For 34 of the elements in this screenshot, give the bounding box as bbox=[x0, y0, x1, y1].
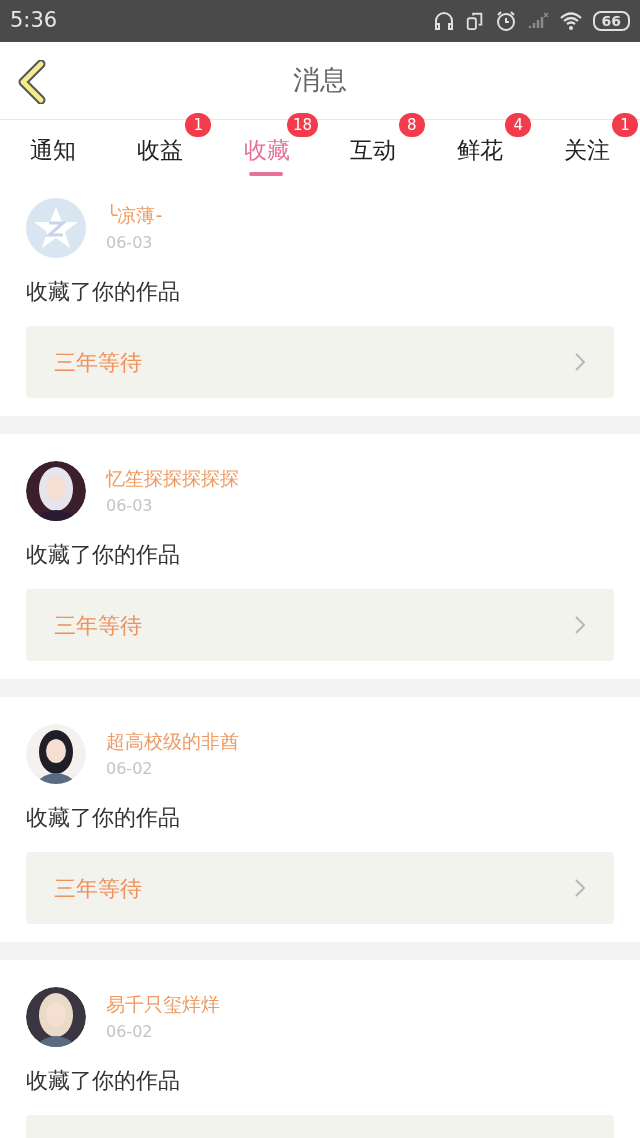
user-name[interactable]: 忆笙探探探探探 bbox=[106, 463, 239, 493]
chevron-right-icon bbox=[574, 352, 586, 372]
back-button[interactable] bbox=[16, 60, 48, 104]
status-time: 5:36 bbox=[10, 7, 58, 35]
count-badge: 1 bbox=[612, 113, 639, 137]
message-date: 06-03 bbox=[106, 232, 154, 255]
message-text: 收藏了你的作品 bbox=[26, 541, 181, 569]
count-badge: 1 bbox=[185, 113, 212, 137]
message-text: 收藏了你的作品 bbox=[26, 278, 181, 306]
tab[interactable]: 通知 bbox=[0, 120, 107, 180]
message-date: 06-02 bbox=[106, 758, 154, 781]
count-badge: 4 bbox=[505, 113, 532, 137]
message-date: 06-03 bbox=[106, 495, 154, 518]
work-link[interactable]: 三年等待 bbox=[26, 852, 614, 924]
message-text: 收藏了你的作品 bbox=[26, 804, 181, 832]
headphones-icon bbox=[432, 10, 455, 32]
work-link[interactable]: 三年等待 bbox=[26, 326, 614, 398]
default-avatar-icon bbox=[26, 198, 86, 258]
chevron-right-icon bbox=[574, 878, 586, 898]
screen-rotate-icon bbox=[464, 11, 485, 31]
message-date: 06-02 bbox=[106, 1021, 154, 1044]
count-badge: 18 bbox=[286, 113, 318, 137]
alarm-icon bbox=[494, 10, 517, 32]
chevron-right-icon bbox=[574, 615, 586, 635]
wifi-icon bbox=[558, 10, 583, 32]
page-title: 消息 bbox=[293, 63, 347, 98]
tab-indicator bbox=[249, 172, 284, 176]
count-badge: 8 bbox=[398, 113, 425, 137]
message-text: 收藏了你的作品 bbox=[26, 1067, 181, 1095]
user-name[interactable]: 超高校级的非酋 bbox=[106, 726, 239, 756]
work-link[interactable]: 三年等待 bbox=[26, 589, 614, 661]
battery-indicator: 66 bbox=[592, 11, 630, 31]
user-name[interactable]: 易千只玺烊烊 bbox=[106, 989, 220, 1019]
user-name[interactable]: ╰凉薄- bbox=[106, 200, 163, 230]
